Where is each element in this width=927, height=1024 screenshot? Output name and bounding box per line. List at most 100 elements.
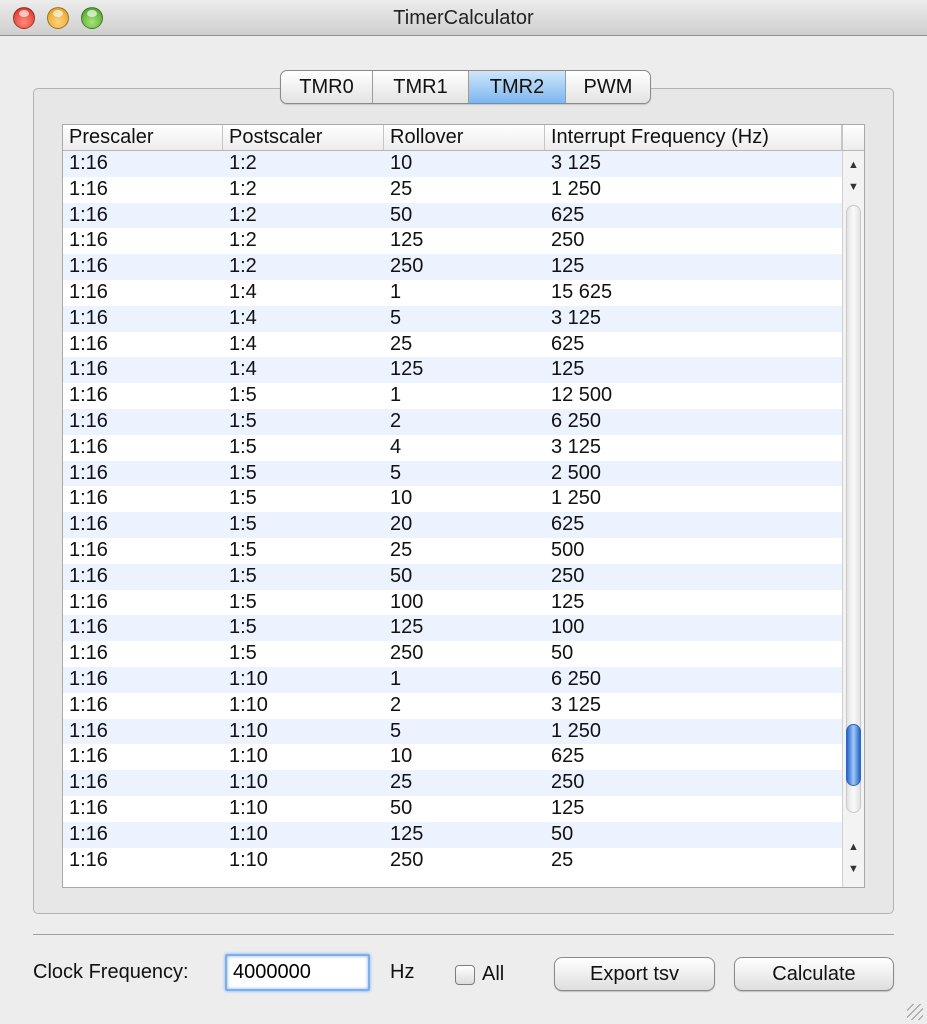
cell-postscaler: 1:10 xyxy=(229,693,268,716)
cell-interrupt-frequency: 625 xyxy=(551,745,585,768)
cell-postscaler: 1:4 xyxy=(229,280,257,303)
table-row[interactable]: 1:16 1:5 1 12 500 xyxy=(63,383,842,409)
table-row[interactable]: 1:16 1:5 25 500 xyxy=(63,537,842,564)
cell-prescaler: 1:16 xyxy=(69,538,108,561)
table-row[interactable]: 1:16 1:10 250 25 xyxy=(63,847,842,874)
cell-postscaler: 1:5 xyxy=(229,616,257,639)
table-row[interactable]: 1:16 1:10 10 625 xyxy=(63,744,842,771)
cell-postscaler: 1:2 xyxy=(229,255,257,278)
table-row[interactable]: 1:16 1:10 125 50 xyxy=(63,821,842,848)
table-row[interactable]: 1:16 1:10 50 125 xyxy=(63,795,842,822)
scroll-thumb[interactable] xyxy=(846,723,861,786)
column-header-interrupt-frequency[interactable]: Interrupt Frequency (Hz) xyxy=(545,125,842,150)
cell-prescaler: 1:16 xyxy=(69,306,108,329)
table-row[interactable]: 1:16 1:5 5 2 500 xyxy=(63,460,842,487)
cell-rollover: 25 xyxy=(390,177,413,200)
table-row[interactable]: 1:16 1:2 10 3 125 xyxy=(63,151,842,177)
cell-interrupt-frequency: 250 xyxy=(551,771,585,794)
cell-rollover: 125 xyxy=(390,616,424,639)
cell-prescaler: 1:16 xyxy=(69,719,108,742)
results-table[interactable]: Prescaler Postscaler Rollover Interrupt … xyxy=(62,124,865,888)
clock-frequency-input[interactable] xyxy=(225,954,370,991)
cell-rollover: 250 xyxy=(390,255,424,278)
table-row[interactable]: 1:16 1:5 10 1 250 xyxy=(63,486,842,513)
column-header-rollover[interactable]: Rollover xyxy=(384,125,545,150)
cell-interrupt-frequency: 3 125 xyxy=(551,306,602,329)
cell-rollover: 1 xyxy=(390,280,402,303)
cell-interrupt-frequency: 3 125 xyxy=(551,152,602,174)
title-bar: TimerCalculator xyxy=(0,0,927,36)
table-row[interactable]: 1:16 1:10 25 250 xyxy=(63,770,842,796)
table-row[interactable]: 1:16 1:2 250 125 xyxy=(63,254,842,280)
table-row[interactable]: 1:16 1:5 125 100 xyxy=(63,615,842,642)
table-row[interactable]: 1:16 1:4 25 625 xyxy=(63,331,842,358)
cell-postscaler: 1:5 xyxy=(229,642,257,665)
tab-tmr1[interactable]: TMR1 xyxy=(373,71,469,103)
table-row[interactable]: 1:16 1:4 1 15 625 xyxy=(63,279,842,306)
cell-interrupt-frequency: 6 250 xyxy=(551,409,602,432)
scroll-up-arrow-icon[interactable]: ▲ xyxy=(843,835,864,859)
cell-rollover: 5 xyxy=(390,461,402,484)
cell-rollover: 100 xyxy=(390,590,424,613)
tab-tmr2[interactable]: TMR2 xyxy=(469,71,566,103)
all-checkbox[interactable] xyxy=(455,965,475,985)
cell-postscaler: 1:5 xyxy=(229,590,257,613)
cell-interrupt-frequency: 625 xyxy=(551,513,585,536)
table-row[interactable]: 1:16 1:2 25 1 250 xyxy=(63,176,842,203)
table-row[interactable]: 1:16 1:5 250 50 xyxy=(63,641,842,667)
column-header-postscaler[interactable]: Postscaler xyxy=(223,125,384,150)
cell-rollover: 10 xyxy=(390,745,413,768)
cell-postscaler: 1:10 xyxy=(229,771,268,794)
cell-interrupt-frequency: 1 250 xyxy=(551,177,602,200)
table-row[interactable]: 1:16 1:5 2 6 250 xyxy=(63,408,842,435)
all-checkbox-label[interactable]: All xyxy=(482,963,504,986)
cell-postscaler: 1:5 xyxy=(229,409,257,432)
table-row[interactable]: 1:16 1:4 125 125 xyxy=(63,357,842,384)
cell-postscaler: 1:4 xyxy=(229,332,257,355)
cell-interrupt-frequency: 125 xyxy=(551,796,585,819)
tab-tmr0[interactable]: TMR0 xyxy=(281,71,373,103)
cell-postscaler: 1:4 xyxy=(229,358,257,381)
table-row[interactable]: 1:16 1:5 100 125 xyxy=(63,589,842,616)
cell-interrupt-frequency: 1 250 xyxy=(551,719,602,742)
cell-prescaler: 1:16 xyxy=(69,642,108,665)
scroll-track[interactable] xyxy=(846,205,861,813)
cell-rollover: 20 xyxy=(390,513,413,536)
table-row[interactable]: 1:16 1:2 125 250 xyxy=(63,228,842,255)
scroll-down-arrow-icon[interactable]: ▼ xyxy=(843,857,864,881)
cell-prescaler: 1:16 xyxy=(69,203,108,226)
table-row[interactable]: 1:16 1:4 5 3 125 xyxy=(63,305,842,332)
cell-interrupt-frequency: 250 xyxy=(551,564,585,587)
cell-rollover: 2 xyxy=(390,693,402,716)
column-header-prescaler[interactable]: Prescaler xyxy=(63,125,223,150)
table-row[interactable]: 1:16 1:10 1 6 250 xyxy=(63,666,842,693)
cell-prescaler: 1:16 xyxy=(69,358,108,381)
cell-postscaler: 1:10 xyxy=(229,745,268,768)
cell-rollover: 4 xyxy=(390,435,402,458)
cell-prescaler: 1:16 xyxy=(69,332,108,355)
calculate-button[interactable]: Calculate xyxy=(734,957,894,991)
cell-interrupt-frequency: 3 125 xyxy=(551,693,602,716)
scroll-up-arrow-icon[interactable]: ▲ xyxy=(843,153,864,177)
table-row[interactable]: 1:16 1:5 20 625 xyxy=(63,512,842,538)
scroll-down-arrow-icon[interactable]: ▼ xyxy=(843,175,864,199)
cell-prescaler: 1:16 xyxy=(69,564,108,587)
resize-grip-icon[interactable] xyxy=(907,1004,923,1020)
cell-prescaler: 1:16 xyxy=(69,693,108,716)
table-row[interactable]: 1:16 1:2 50 625 xyxy=(63,202,842,229)
cell-interrupt-frequency: 50 xyxy=(551,642,574,665)
cell-rollover: 1 xyxy=(390,384,402,407)
cell-postscaler: 1:2 xyxy=(229,152,257,174)
cell-rollover: 250 xyxy=(390,848,424,871)
cell-rollover: 5 xyxy=(390,306,402,329)
cell-interrupt-frequency: 1 250 xyxy=(551,487,602,510)
cell-prescaler: 1:16 xyxy=(69,616,108,639)
vertical-scrollbar[interactable]: ▲ ▼ ▲ ▼ xyxy=(842,151,864,887)
table-row[interactable]: 1:16 1:5 4 3 125 xyxy=(63,434,842,461)
table-row[interactable]: 1:16 1:10 5 1 250 xyxy=(63,718,842,745)
cell-prescaler: 1:16 xyxy=(69,409,108,432)
tab-pwm[interactable]: PWM xyxy=(566,71,650,103)
table-row[interactable]: 1:16 1:10 2 3 125 xyxy=(63,692,842,719)
export-tsv-button[interactable]: Export tsv xyxy=(554,957,715,991)
table-row[interactable]: 1:16 1:5 50 250 xyxy=(63,563,842,590)
